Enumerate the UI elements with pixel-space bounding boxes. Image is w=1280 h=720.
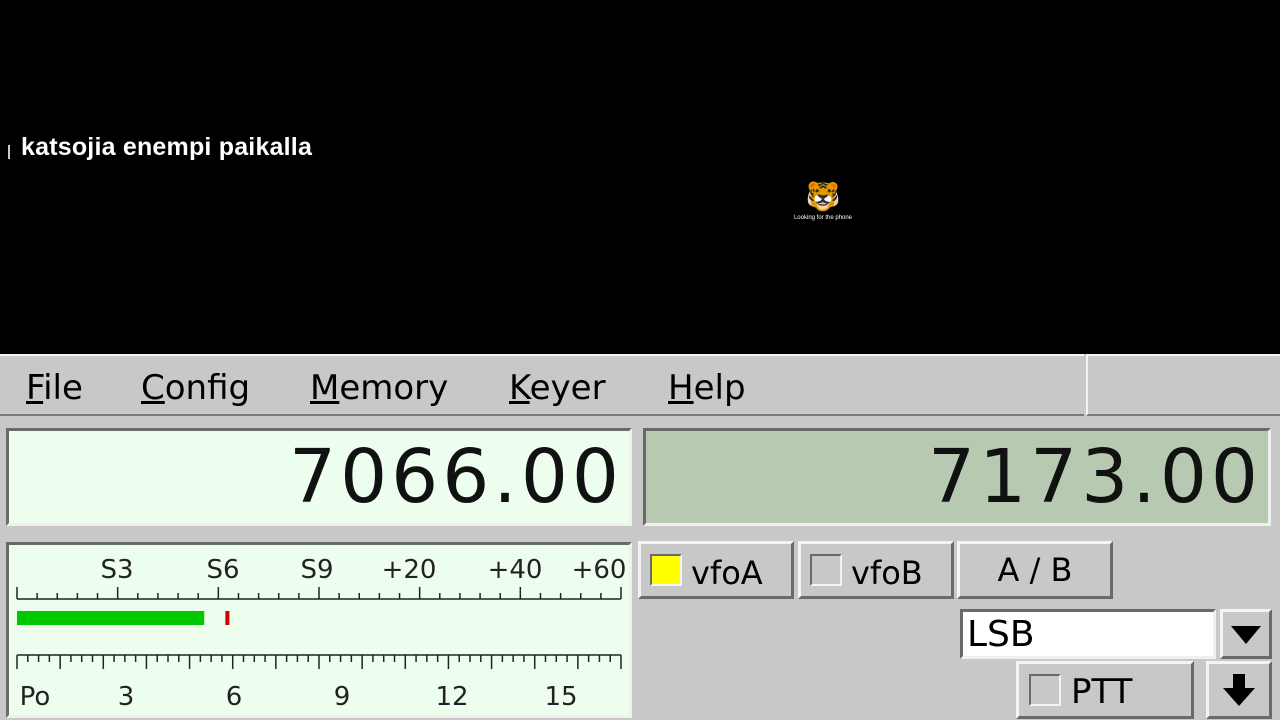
ptt-button[interactable]: PTT [1016,661,1194,719]
s-scale-label: +60 [572,555,627,585]
radio-control-app: File Config Memory Keyer Help 7066.00 71… [0,354,1280,720]
po-scale-label: Po [20,682,51,712]
po-scale-label: 9 [334,682,351,712]
s-scale-labels: S3 S6 S9 +20 +40 +60 [100,555,626,585]
menu-bar-spacer [1086,354,1280,416]
arrow-down-icon [1223,674,1255,706]
menu-file[interactable]: File [26,368,83,408]
vfo-b-frequency-display[interactable]: 7173.00 [643,428,1271,526]
triangle-down-icon [1231,626,1261,644]
video-area: katsojia enempi paikalla 🐯 Looking for t… [0,0,1280,354]
signal-peak-marker [225,611,230,625]
menu-bar: File Config Memory Keyer Help [0,354,1084,416]
stream-caption: katsojia enempi paikalla [21,133,313,161]
vfoa-button[interactable]: vfoA [638,541,794,599]
s-scale-label: +20 [382,555,437,585]
menu-memory[interactable]: Memory [310,368,448,408]
po-scale-labels: Po 3 6 9 12 15 [20,682,578,712]
tiger-cat-icon: 🐯 [805,180,841,213]
vfob-indicator [810,554,842,586]
s-scale-label: S6 [206,555,239,585]
swap-ab-label: A / B [997,551,1073,589]
meter-graphic: S3 S6 S9 +20 +40 +60 Po 3 6 9 12 15 [16,555,626,712]
menu-help[interactable]: Help [668,368,746,408]
s-scale-ticks [16,587,622,600]
po-scale-label: 6 [226,682,243,712]
vfob-button[interactable]: vfoB [798,541,954,599]
vfoa-label: vfoA [691,554,763,592]
ptt-checkbox [1029,674,1061,706]
stream-overlay: 🐯 Looking for the phone [793,183,853,233]
menu-keyer[interactable]: Keyer [509,368,606,408]
swap-ab-button[interactable]: A / B [957,541,1113,599]
mode-dropdown-button[interactable] [1220,609,1272,659]
ptt-label: PTT [1071,672,1133,712]
menu-config[interactable]: Config [141,368,250,408]
vfo-a-frequency-display[interactable]: 7066.00 [6,428,632,526]
signal-meter: S3 S6 S9 +20 +40 +60 Po 3 6 9 12 15 [6,542,632,718]
s-scale-label: +40 [488,555,543,585]
po-scale-label: 12 [435,682,468,712]
s-scale-label: S3 [100,555,133,585]
signal-bar [17,611,205,625]
overlay-text: Looking for the phone [793,215,853,221]
caption-marker [8,145,10,159]
s-scale-label: S9 [300,555,333,585]
vfoa-indicator [650,554,682,586]
mode-select[interactable]: LSB [960,609,1216,659]
po-scale-ticks [16,654,622,669]
expand-down-button[interactable] [1206,661,1272,719]
vfob-label: vfoB [851,554,923,592]
po-scale-label: 15 [544,682,577,712]
po-scale-label: 3 [118,682,135,712]
